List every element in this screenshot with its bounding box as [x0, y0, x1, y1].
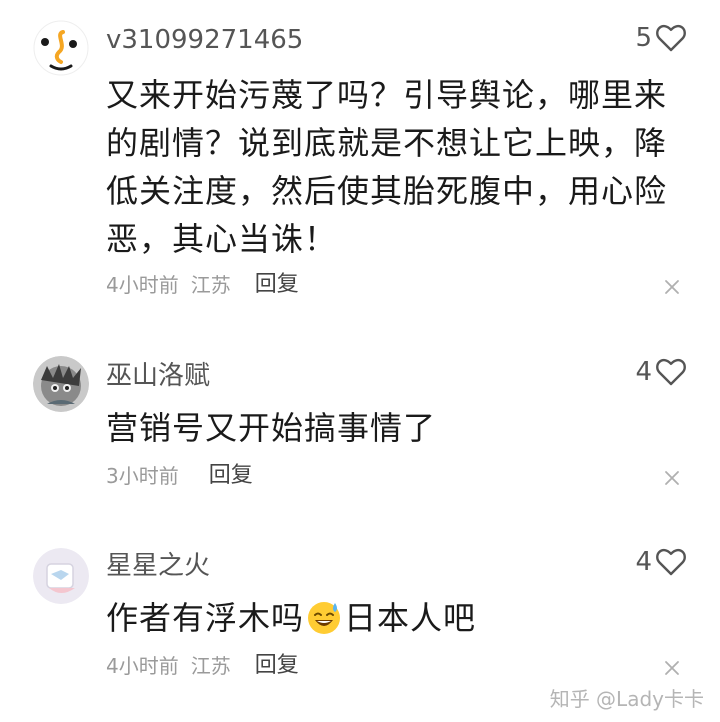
heart-outline-icon	[656, 24, 686, 52]
comment-text-after-emoji: 日本人吧	[344, 599, 477, 637]
like-count: 4	[635, 547, 652, 577]
close-icon[interactable]	[664, 279, 680, 295]
comment-meta: 3小时前 回复	[106, 462, 253, 490]
username[interactable]: 巫山洛赋	[106, 360, 210, 392]
avatar-image	[33, 20, 89, 76]
username[interactable]: v31099271465	[106, 24, 303, 56]
comment-text: 营销号又开始搞事情了	[106, 409, 437, 447]
username[interactable]: 星星之火	[106, 550, 210, 582]
like-count: 5	[635, 23, 652, 53]
like-count: 4	[635, 357, 652, 387]
comment-text-before-emoji: 作者有浮木吗	[106, 599, 305, 637]
comment-location: 江苏	[190, 654, 231, 678]
reply-button[interactable]: 回复	[255, 271, 299, 299]
comment-time: 3小时前	[106, 464, 179, 488]
comment-text: 作者有浮木吗 日本人吧	[106, 594, 691, 642]
comment-meta: 4小时前 江苏 回复	[106, 271, 299, 299]
like-button[interactable]: 5	[635, 22, 686, 54]
heart-outline-icon	[656, 358, 686, 386]
sweat-smile-emoji	[308, 602, 341, 634]
watermark: 知乎 @Lady卡卡	[549, 687, 704, 711]
comment-item: 巫山洛赋 4 营销号又开始搞事情了 3小时前 回复	[0, 340, 720, 530]
comment-text: 又来开始污蔑了吗？引导舆论，哪里来的剧情？说到底就是不想让它上映，降低关注度，然…	[106, 76, 668, 258]
comment-time: 4小时前	[106, 273, 179, 297]
heart-outline-icon	[656, 548, 686, 576]
like-button[interactable]: 4	[635, 356, 686, 388]
avatar-image	[33, 356, 89, 412]
avatar[interactable]	[33, 356, 89, 412]
comment-location: 江苏	[190, 273, 231, 297]
comment-meta: 4小时前 江苏 回复	[106, 652, 299, 680]
avatar[interactable]	[33, 20, 89, 76]
reply-button[interactable]: 回复	[209, 462, 253, 490]
avatar-image	[33, 548, 89, 604]
like-button[interactable]: 4	[635, 546, 686, 578]
close-icon[interactable]	[664, 470, 680, 486]
comment-item: v31099271465 5 又来开始污蔑了吗？引导舆论，哪里来的剧情？说到底就…	[0, 0, 720, 340]
reply-button[interactable]: 回复	[255, 652, 299, 680]
close-icon[interactable]	[664, 660, 680, 676]
comment-time: 4小时前	[106, 654, 179, 678]
avatar[interactable]	[33, 548, 89, 604]
